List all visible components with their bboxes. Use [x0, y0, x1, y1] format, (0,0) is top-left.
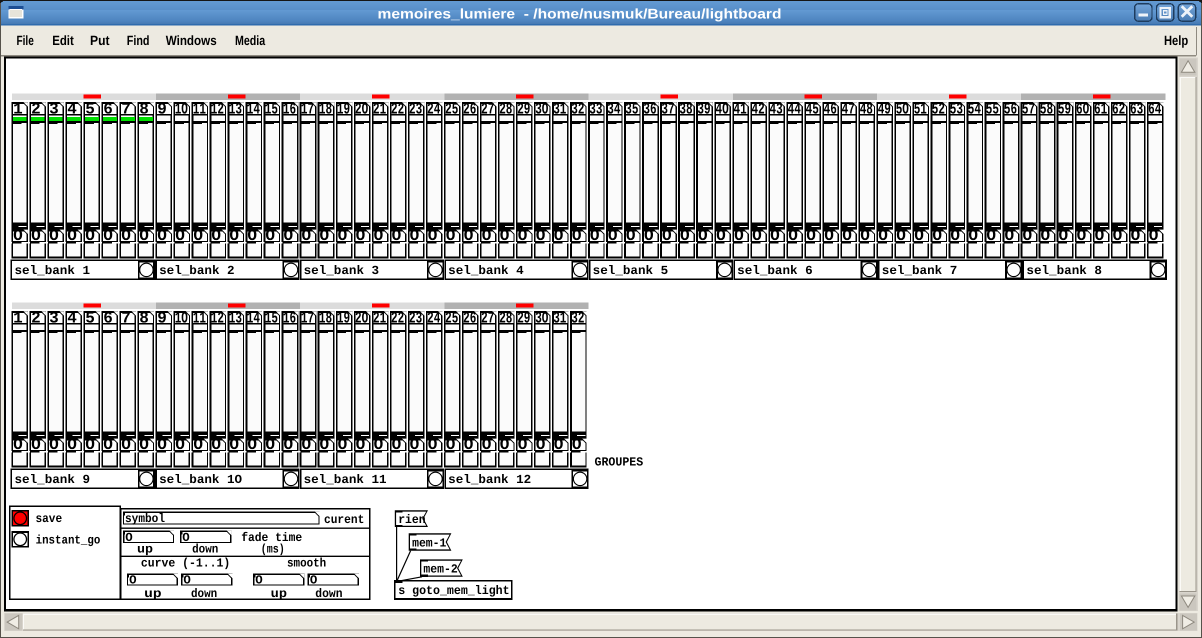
svg-text:down: down	[315, 587, 342, 601]
svg-text:sel_bank 6: sel_bank 6	[737, 264, 813, 278]
svg-text:(ms): (ms)	[261, 543, 285, 557]
svg-text:sel_bank 2: sel_bank 2	[159, 264, 235, 278]
svg-text:down: down	[191, 587, 217, 601]
svg-text:sel_bank 5: sel_bank 5	[593, 264, 669, 278]
svg-text:sel_bank 11: sel_bank 11	[304, 473, 387, 487]
svg-text:O: O	[125, 531, 132, 545]
svg-text:mem-1: mem-1	[412, 536, 446, 550]
svg-text:mem-2: mem-2	[423, 562, 457, 576]
svg-text:O: O	[183, 573, 190, 587]
svg-text:Windows: Windows	[166, 33, 217, 48]
svg-text:O: O	[182, 531, 189, 545]
svg-text:rien: rien	[398, 513, 425, 527]
svg-text:symbol: symbol	[125, 512, 165, 526]
svg-text:GROUPES: GROUPES	[595, 456, 644, 470]
svg-text:File: File	[17, 33, 35, 48]
svg-text:sel_bank 12: sel_bank 12	[448, 473, 531, 487]
svg-text:O: O	[255, 573, 262, 587]
svg-text:sel_bank 1O: sel_bank 1O	[159, 473, 242, 487]
svg-text:Find: Find	[127, 33, 150, 48]
svg-text:up: up	[271, 587, 287, 601]
svg-text:Media: Media	[235, 33, 266, 48]
svg-text:Help: Help	[1164, 33, 1188, 48]
svg-text:sel_bank 4: sel_bank 4	[448, 264, 524, 278]
svg-text:curve (-1..1): curve (-1..1)	[141, 557, 230, 571]
svg-text:O: O	[310, 573, 317, 587]
svg-text:down: down	[192, 543, 218, 557]
svg-text:sel_bank 9: sel_bank 9	[15, 473, 91, 487]
svg-text:curent: curent	[324, 513, 364, 527]
svg-text:Put: Put	[90, 33, 110, 48]
svg-text:memoires_lumiere - /home/nusm: memoires_lumiere - /home/nusmuk/Bureau/l…	[378, 6, 782, 22]
svg-text:up: up	[144, 587, 161, 601]
svg-text:s goto_mem_light: s goto_mem_light	[398, 584, 509, 598]
svg-text:O: O	[129, 573, 136, 587]
svg-text:smooth: smooth	[287, 557, 326, 571]
svg-text:sel_bank 3: sel_bank 3	[304, 264, 380, 278]
svg-text:Edit: Edit	[52, 33, 74, 48]
svg-text:instant_go: instant_go	[36, 533, 101, 547]
svg-text:save: save	[36, 512, 63, 526]
svg-text:sel_bank 8: sel_bank 8	[1026, 264, 1102, 278]
svg-text:sel_bank 7: sel_bank 7	[882, 264, 958, 278]
svg-text:sel_bank 1: sel_bank 1	[15, 264, 91, 278]
svg-text:up: up	[137, 543, 153, 557]
